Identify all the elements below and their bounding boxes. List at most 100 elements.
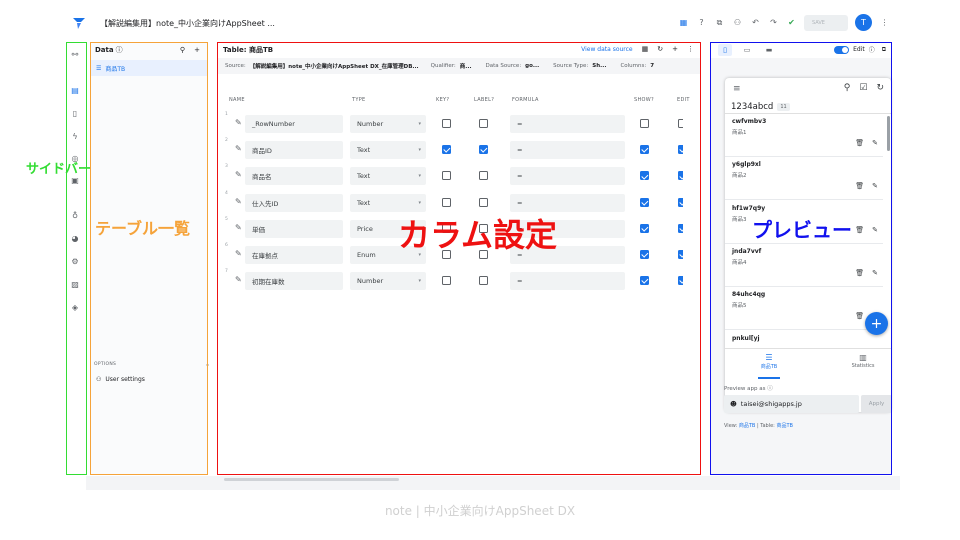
key-checkbox[interactable] <box>442 119 451 128</box>
column-name-field[interactable]: 商品ID <box>245 141 343 160</box>
chevron-down-icon[interactable]: ⌄ <box>205 361 210 368</box>
copy-icon[interactable]: ⧉ <box>714 17 725 28</box>
edit-pencil-icon[interactable]: ✎ <box>235 275 242 284</box>
search-icon[interactable]: ⚲ <box>844 83 851 93</box>
column-type-select[interactable]: Number ▾ <box>350 272 426 291</box>
search-icon[interactable]: ⚲ <box>180 46 185 54</box>
label-checkbox[interactable] <box>479 197 488 207</box>
edit-checkbox[interactable] <box>678 171 683 181</box>
nav-tab-statistics[interactable]: ▥ Statistics <box>833 353 891 369</box>
phone-icon[interactable]: ▯ <box>69 107 81 119</box>
edit-icon[interactable]: ✎ <box>872 139 878 147</box>
preview-email-field[interactable]: ☻ taisei@shigapps.jp <box>724 395 859 413</box>
label-checkbox[interactable] <box>479 119 488 128</box>
edit-toggle[interactable] <box>834 45 850 54</box>
view-link[interactable]: 商品TB <box>739 423 756 429</box>
apply-button[interactable]: Apply <box>861 395 892 413</box>
more-vert-icon[interactable]: ⋮ <box>687 45 694 53</box>
list-item[interactable]: 84uhc4qg商品5🗑✎ <box>725 287 883 331</box>
column-type-select[interactable]: Text ▾ <box>350 141 426 160</box>
delete-icon[interactable]: 🗑 <box>855 269 864 277</box>
sort-icon[interactable]: ≡ <box>733 84 741 94</box>
table-link[interactable]: 商品TB <box>776 423 793 429</box>
edit-icon[interactable]: ✎ <box>872 269 878 277</box>
add-person-icon[interactable]: ⚇ <box>732 17 743 28</box>
security-icon[interactable]: ◕ <box>69 232 81 244</box>
table-item-shohin[interactable]: ☰ 商品TB <box>90 60 207 76</box>
key-checkbox[interactable] <box>442 197 451 207</box>
label-checkbox[interactable] <box>479 171 488 181</box>
select-icon[interactable]: ☑ <box>859 83 867 93</box>
check-icon[interactable]: ✔ <box>786 17 797 28</box>
idea-icon[interactable]: ♁ <box>69 209 81 221</box>
show-checkbox[interactable] <box>640 223 649 233</box>
formula-field[interactable]: = <box>510 272 625 291</box>
data-icon[interactable]: ⚯ <box>69 48 81 60</box>
show-checkbox[interactable] <box>640 119 649 128</box>
user-settings-item[interactable]: ⚇ User settings <box>96 376 145 383</box>
redo-icon[interactable]: ↷ <box>768 17 779 28</box>
info-icon[interactable]: ⓘ <box>116 45 123 55</box>
edit-pencil-icon[interactable]: ✎ <box>235 197 242 206</box>
formula-field[interactable]: = <box>510 193 625 212</box>
delete-icon[interactable]: 🗑 <box>855 139 864 147</box>
delete-icon[interactable]: 🗑 <box>855 312 864 320</box>
formula-field[interactable]: = <box>510 167 625 186</box>
edit-checkbox[interactable] <box>678 119 683 128</box>
list-item[interactable]: jnda7vvf 商品4 🗑 ✎ <box>725 244 883 287</box>
label-checkbox[interactable] <box>479 145 488 155</box>
table-icon[interactable]: ▦ <box>678 17 689 28</box>
column-name-field[interactable]: 在庫拠点 <box>245 246 343 264</box>
image-icon[interactable]: ▨ <box>69 278 81 290</box>
refresh-icon[interactable]: ↻ <box>657 45 663 53</box>
add-icon[interactable]: + <box>672 45 678 53</box>
list-item[interactable]: cwfvmbv3 商品1 🗑 ✎ <box>725 114 883 157</box>
table-settings-icon[interactable]: ▦ <box>642 45 649 53</box>
column-name-field[interactable]: 商品名 <box>245 167 343 186</box>
key-checkbox[interactable] <box>442 145 451 155</box>
formula-field[interactable]: = <box>510 115 625 133</box>
undo-icon[interactable]: ↶ <box>750 17 761 28</box>
label-checkbox[interactable] <box>479 276 488 286</box>
automation-icon[interactable]: ϟ <box>69 130 81 142</box>
help-icon[interactable]: ? <box>696 17 707 28</box>
show-checkbox[interactable] <box>640 276 649 286</box>
appsheet-logo-icon[interactable] <box>72 16 86 30</box>
edit-pencil-icon[interactable]: ✎ <box>235 249 242 258</box>
edit-checkbox[interactable] <box>678 276 683 286</box>
edit-checkbox[interactable] <box>678 250 683 259</box>
column-name-field[interactable]: 単価 <box>245 219 343 238</box>
delete-icon[interactable]: 🗑 <box>855 226 864 234</box>
edit-pencil-icon[interactable]: ✎ <box>235 144 242 153</box>
column-name-field[interactable]: 仕入先ID <box>245 193 343 212</box>
delete-icon[interactable]: 🗑 <box>855 182 864 190</box>
table-icon[interactable]: ▤ <box>69 84 81 96</box>
key-checkbox[interactable] <box>442 171 451 181</box>
refresh-icon[interactable]: ↻ <box>876 83 884 93</box>
horizontal-scrollbar[interactable] <box>224 478 399 481</box>
view-data-source-link[interactable]: View data source <box>581 46 633 53</box>
open-external-icon[interactable]: ⧉ <box>882 46 886 54</box>
add-icon[interactable]: + <box>194 46 200 54</box>
info-icon[interactable]: ⓘ <box>767 386 773 392</box>
tablet-icon[interactable]: ▭ <box>740 44 754 56</box>
add-record-button[interactable]: + <box>865 312 888 335</box>
edit-pencil-icon[interactable]: ✎ <box>235 223 242 232</box>
edit-checkbox[interactable] <box>678 223 683 233</box>
show-checkbox[interactable] <box>640 197 649 207</box>
settings-icon[interactable]: ⚙ <box>69 255 81 267</box>
column-type-select[interactable]: Text ▾ <box>350 167 426 186</box>
edit-pencil-icon[interactable]: ✎ <box>235 170 242 179</box>
nav-tab-shohin[interactable]: ☰ 商品TB <box>739 353 799 370</box>
formula-field[interactable]: = <box>510 141 625 160</box>
edit-icon[interactable]: ✎ <box>872 182 878 190</box>
column-type-select[interactable]: Number ▾ <box>350 115 426 133</box>
show-checkbox[interactable] <box>640 171 649 181</box>
show-checkbox[interactable] <box>640 145 649 155</box>
list-item[interactable]: y6glp9xl 商品2 🗑 ✎ <box>725 157 883 201</box>
info-icon[interactable]: ⓘ <box>869 45 875 54</box>
phone-scrollbar[interactable] <box>887 116 890 151</box>
more-vert-icon[interactable]: ⋮ <box>879 17 890 28</box>
column-name-field[interactable]: _RowNumber <box>245 115 343 133</box>
key-checkbox[interactable] <box>442 276 451 286</box>
